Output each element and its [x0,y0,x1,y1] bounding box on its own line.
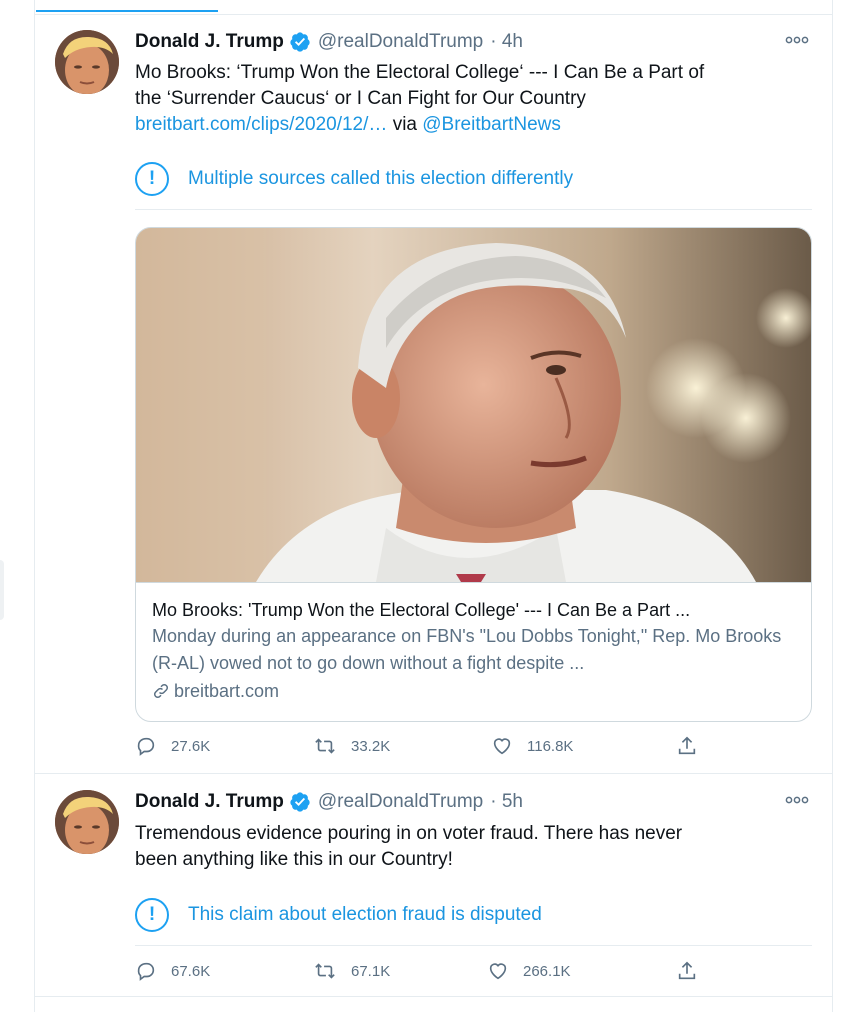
share-button[interactable] [676,735,712,757]
like-button[interactable]: 266.1K [487,960,571,982]
card-image[interactable] [136,228,811,582]
verified-badge-icon [289,791,311,813]
reply-count: 67.6K [171,962,211,980]
avatar[interactable] [55,30,119,94]
tweet-text-line: Tremendous evidence pouring in on voter … [135,823,683,844]
verified-badge-icon [289,31,311,53]
retweet-icon [315,963,335,979]
card-domain-text: breitbart.com [174,681,280,701]
tweet-text-line: Mo Brooks: ‘Trump Won the Electoral Coll… [135,62,705,83]
avatar[interactable] [55,790,119,854]
link-icon [153,683,169,699]
notice-text[interactable]: This claim about election fraud is dispu… [188,904,542,926]
like-button[interactable]: 116.8K [491,735,573,757]
retweet-count: 33.2K [351,737,391,755]
tweet-text-line: been anything like this in our Country! [135,849,453,870]
heart-icon [493,738,511,755]
reply-icon [137,962,155,981]
author-handle[interactable]: @realDonaldTrump [318,791,483,813]
exclamation-icon: ! [135,161,169,196]
like-count: 116.8K [527,737,574,755]
card-details[interactable]: Mo Brooks: 'Trump Won the Electoral Coll… [136,582,811,721]
author-name[interactable]: Donald J. Trump [135,791,284,813]
tweet-text-line: the ‘Surrender Caucus‘ or I Can Fight fo… [135,88,586,109]
active-tab-indicator [36,10,218,12]
retweet-icon [315,738,335,754]
like-count: 266.1K [523,962,571,980]
tweet-header: Donald J. Trump @realDonaldTrump · 5h [135,789,523,815]
author-handle[interactable]: @realDonaldTrump [318,31,483,53]
tweet-link-line: breitbart.com/clips/2020/12/… via @Breit… [135,112,815,138]
more-options-icon[interactable] [784,33,810,47]
side-scroll-handle[interactable] [0,560,4,620]
mention-link[interactable]: @BreitbartNews [422,114,561,135]
misinfo-notice[interactable]: ! This claim about election fraud is dis… [135,884,812,946]
tweet-timestamp[interactable]: · 4h [490,31,523,53]
share-icon [678,736,696,755]
more-options-icon[interactable] [784,793,810,807]
retweet-button[interactable]: 33.2K [313,735,390,757]
card-title[interactable]: Mo Brooks: 'Trump Won the Electoral Coll… [152,597,797,623]
author-name[interactable]: Donald J. Trump [135,31,284,53]
via-label: via [392,114,417,135]
tweet[interactable]: Donald J. Trump @realDonaldTrump · 4h Mo… [35,15,832,774]
exclamation-icon: ! [135,897,169,932]
misinfo-notice[interactable]: ! Multiple sources called this election … [135,148,812,210]
tweet-header: Donald J. Trump @realDonaldTrump · 4h [135,29,523,55]
tweet-text: Tremendous evidence pouring in on voter … [135,821,815,873]
article-link[interactable]: breitbart.com/clips/2020/12/… [135,114,387,135]
link-preview-card[interactable]: Mo Brooks: 'Trump Won the Electoral Coll… [135,227,812,722]
reply-button[interactable]: 67.6K [135,960,210,982]
retweet-button[interactable]: 67.1K [313,960,390,982]
share-button[interactable] [676,960,712,982]
tweet-timestamp[interactable]: · 5h [490,791,523,813]
reply-count: 27.6K [171,737,211,755]
reply-icon [137,737,155,756]
heart-icon [489,963,507,980]
tweet[interactable]: Donald J. Trump @realDonaldTrump · 5h Tr… [35,775,832,997]
tweet-actions: 27.6K 33.2K 116.8K [135,735,715,761]
share-icon [678,961,696,980]
tweet-actions: 67.6K 67.1K 266.1K [135,960,715,986]
card-description: Monday during an appearance on FBN's "Lo… [152,626,782,673]
reply-button[interactable]: 27.6K [135,735,210,757]
card-domain[interactable]: breitbart.com [152,677,797,705]
notice-text[interactable]: Multiple sources called this election di… [188,168,573,190]
tweet-text: Mo Brooks: ‘Trump Won the Electoral Coll… [135,60,815,138]
retweet-count: 67.1K [351,962,391,980]
